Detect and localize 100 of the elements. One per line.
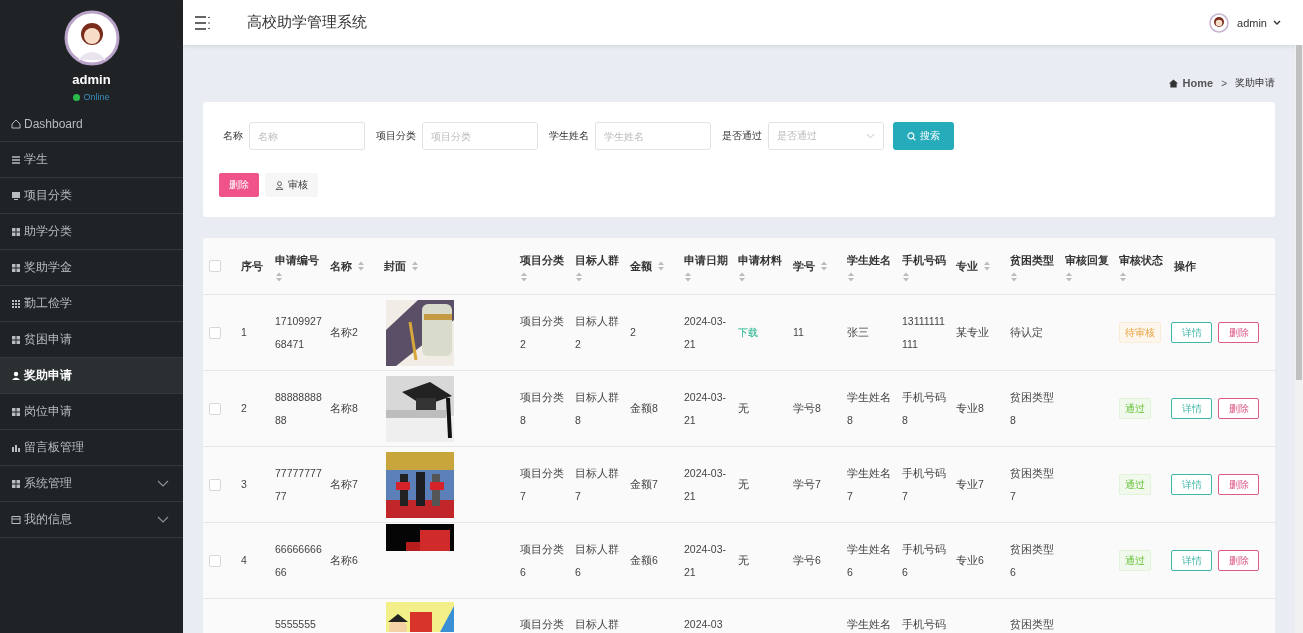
column-header[interactable]: 封面: [376, 238, 512, 294]
column-header[interactable]: 申请编号: [267, 238, 322, 294]
table-cell-text: 名称7: [330, 477, 358, 492]
chevron-down-icon: [157, 479, 169, 488]
table-cell: 项目分类: [520, 617, 564, 631]
column-header[interactable]: 学号: [785, 238, 839, 294]
sort-icon[interactable]: [983, 260, 991, 272]
review-button[interactable]: 审核: [265, 173, 318, 197]
sort-icon[interactable]: [411, 260, 419, 272]
delete-button[interactable]: 删除: [1218, 550, 1259, 571]
chevron-down-icon: [866, 133, 875, 139]
sort-icon[interactable]: [738, 271, 746, 283]
avatar: [63, 10, 120, 66]
table-cell-text: 目标人群2: [575, 313, 620, 352]
table-cell-text: 专业8: [956, 401, 984, 416]
input-field[interactable]: 学生姓名: [595, 122, 711, 150]
table-cell-text: 专业6: [956, 553, 984, 568]
column-header[interactable]: 专业: [948, 238, 1002, 294]
column-header[interactable]: 贫困类型: [1002, 238, 1057, 294]
table-cell-text: 2024-03-21: [684, 465, 728, 504]
sort-icon[interactable]: [820, 260, 828, 272]
table-cell-text: 2024-03-21: [684, 541, 728, 580]
column-header[interactable]: 金额: [622, 238, 676, 294]
delete-button[interactable]: 删除: [1218, 322, 1259, 343]
column-header[interactable]: 项目分类: [512, 238, 567, 294]
grid-icon: [11, 298, 21, 309]
column-header[interactable]: 学生姓名: [839, 238, 894, 294]
table-cell-text: 名称8: [330, 401, 358, 416]
column-header[interactable]: 审核状态: [1111, 238, 1166, 294]
sort-icon[interactable]: [657, 260, 665, 272]
table-cell-text: 6666666666: [275, 541, 322, 580]
table-cell-text: 2024-03-21: [684, 313, 728, 352]
sort-icon[interactable]: [357, 260, 365, 272]
sort-icon[interactable]: [575, 271, 583, 283]
table-cell-text: 3: [241, 477, 247, 492]
checkbox[interactable]: [209, 402, 221, 415]
table-cell-text: 学号6: [793, 553, 821, 568]
input-field[interactable]: 名称: [249, 122, 365, 150]
menu-icon[interactable]: [195, 15, 211, 30]
sort-icon[interactable]: [520, 271, 528, 283]
column-header[interactable]: 审核回复: [1057, 238, 1111, 294]
column-header[interactable]: 申请材料: [730, 238, 785, 294]
menu-item[interactable]: 奖助申请: [0, 358, 183, 394]
checkbox[interactable]: [209, 554, 221, 567]
column-header[interactable]: 申请日期: [676, 238, 730, 294]
avatar[interactable]: [1209, 12, 1230, 33]
checkbox[interactable]: [209, 326, 221, 339]
breadcrumb-link[interactable]: Home: [1182, 77, 1214, 89]
status-text: Online: [83, 92, 110, 102]
table-cell-text: 1710992768471: [275, 313, 322, 352]
field-label: 名称: [223, 129, 243, 143]
scrollbar[interactable]: [1295, 45, 1303, 633]
table-cell-text: 1: [241, 325, 247, 340]
caret-icon: [1273, 19, 1281, 26]
list-icon: [11, 154, 21, 165]
sort-icon[interactable]: [684, 271, 692, 283]
table-cell-text: 学生姓名7: [847, 465, 892, 504]
sort-icon[interactable]: [1010, 271, 1018, 283]
delete-button[interactable]: 删除: [1218, 474, 1259, 495]
sort-icon[interactable]: [275, 271, 283, 283]
status-tag: 待审核: [1119, 322, 1161, 343]
user-icon: [11, 370, 21, 381]
status-tag: 通过: [1119, 474, 1151, 495]
column-header[interactable]: 操作: [1166, 238, 1263, 294]
table-cell: 学生姓名: [847, 617, 891, 631]
table-cell-text: 13111111111: [902, 313, 946, 352]
table-cell-text: 金额7: [630, 477, 658, 492]
home-icon: [11, 118, 21, 129]
table-cell-text: 名称2: [330, 325, 358, 340]
table-cell-text: 8888888888: [275, 389, 322, 428]
breadcrumb-current: 奖助申请: [1235, 76, 1275, 90]
table-cell-text: 项目分类6: [520, 541, 565, 580]
grid-icon: [11, 334, 21, 345]
sort-icon[interactable]: [902, 271, 910, 283]
table-cell-text: 贫困类型6: [1010, 541, 1055, 580]
column-header[interactable]: 目标人群: [567, 238, 622, 294]
sort-icon[interactable]: [1065, 271, 1073, 283]
field-label: 学生姓名: [549, 129, 589, 143]
search-icon: [907, 131, 916, 141]
column-header[interactable]: 名称: [322, 238, 376, 294]
sort-icon[interactable]: [847, 271, 855, 283]
table-cell-text: 学生姓名6: [847, 541, 892, 580]
table-cell: 目标人群: [575, 617, 619, 631]
table-cell-text: 项目分类8: [520, 389, 565, 428]
table-cell-text: 金额6: [630, 553, 658, 568]
column-header[interactable]: 序号: [233, 238, 267, 294]
breadcrumb-separator: >: [1221, 77, 1227, 89]
table-cell-text: 待认定: [1010, 325, 1043, 340]
status-tag: 通过: [1119, 550, 1151, 571]
table-cell: 2024-03: [684, 617, 723, 631]
delete-button[interactable]: 删除: [1218, 398, 1259, 419]
table-cell-text: 7777777777: [275, 465, 322, 504]
table-cell-text: 无: [738, 477, 749, 492]
status-dot: [73, 93, 81, 101]
checkbox[interactable]: [209, 260, 221, 272]
sort-icon[interactable]: [1119, 271, 1127, 283]
home-icon: [1168, 78, 1178, 88]
column-header[interactable]: 手机号码: [894, 238, 948, 294]
checkbox[interactable]: [209, 478, 221, 491]
user-menu[interactable]: admin: [1237, 16, 1267, 29]
